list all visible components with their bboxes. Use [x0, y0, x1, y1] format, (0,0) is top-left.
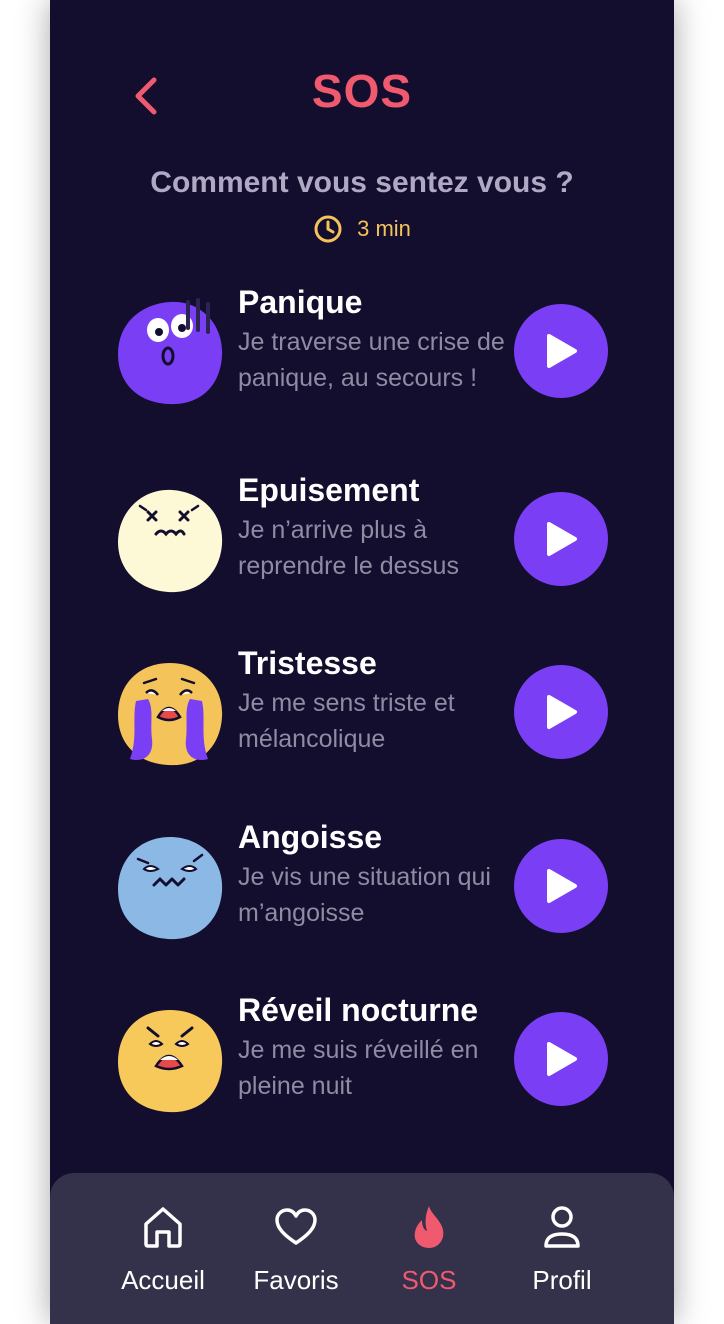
- mood-title: Réveil nocturne: [238, 992, 479, 1028]
- nav-item-sos[interactable]: SOS: [364, 1201, 494, 1296]
- mood-question: Comment vous sentez vous ?: [150, 166, 574, 199]
- heart-icon: [275, 1208, 317, 1245]
- mood-description: Je vis une situation qui m’angoisse: [238, 863, 491, 927]
- play-button-panique[interactable]: [514, 304, 608, 398]
- mood-title: Epuisement: [238, 472, 420, 508]
- play-icon: [547, 1042, 577, 1076]
- play-button-reveil-nocturne[interactable]: [514, 1012, 608, 1106]
- panicked-face-icon: [118, 298, 223, 405]
- shocked-face-icon: [118, 1010, 223, 1113]
- duration-indicator: 3 min: [50, 214, 674, 244]
- clock-icon: [314, 215, 342, 243]
- mood-description: Je n’arrive plus à reprendre le dessus: [238, 516, 459, 580]
- nav-item-accueil[interactable]: Accueil: [98, 1201, 228, 1296]
- duration-label: 3 min: [357, 216, 411, 241]
- mood-item-epuisement[interactable]: Epuisement Je n’arrive plus à reprendre …: [114, 472, 614, 606]
- page-title: SOS: [311, 65, 413, 117]
- nav-item-favoris[interactable]: Favoris: [231, 1201, 361, 1296]
- mood-title: Panique: [238, 284, 363, 320]
- nav-label: SOS: [401, 1265, 457, 1295]
- mood-item-panique[interactable]: Panique Je traverse une crise de panique…: [114, 284, 614, 418]
- user-icon: [544, 1206, 580, 1248]
- nav-item-profil[interactable]: Profil: [497, 1201, 627, 1296]
- nav-label: Profil: [532, 1265, 592, 1295]
- home-icon: [144, 1207, 182, 1248]
- play-icon: [547, 695, 577, 729]
- mood-item-reveil-nocturne[interactable]: Réveil nocturne Je me suis réveillé en p…: [114, 992, 614, 1126]
- play-button-epuisement[interactable]: [514, 492, 608, 586]
- bottom-navigation: Accueil Favoris SOS Profil: [50, 1173, 674, 1324]
- mood-title: Angoisse: [238, 819, 383, 855]
- mood-description: Je me sens triste et mélancolique: [238, 689, 455, 753]
- play-icon: [547, 869, 577, 903]
- play-icon: [547, 522, 577, 556]
- play-button-tristesse[interactable]: [514, 665, 608, 759]
- flame-icon: [414, 1206, 444, 1248]
- crying-face-icon: [118, 663, 223, 766]
- mood-description: Je me suis réveillé en pleine nuit: [238, 1036, 479, 1100]
- mood-item-tristesse[interactable]: Tristesse Je me sens triste et mélancoli…: [114, 645, 614, 779]
- mood-item-angoisse[interactable]: Angoisse Je vis une situation qui m’ango…: [114, 819, 614, 953]
- anxious-face-icon: [118, 837, 223, 940]
- exhausted-face-icon: [118, 489, 223, 593]
- mood-title: Tristesse: [238, 645, 377, 681]
- play-icon: [547, 334, 577, 368]
- phone-screen: SOS Comment vous sentez vous ? 3 min Pan…: [50, 0, 674, 1324]
- nav-label: Favoris: [253, 1265, 339, 1295]
- play-button-angoisse[interactable]: [514, 839, 608, 933]
- mood-description: Je traverse une crise de panique, au sec…: [238, 328, 505, 392]
- nav-label: Accueil: [121, 1265, 205, 1295]
